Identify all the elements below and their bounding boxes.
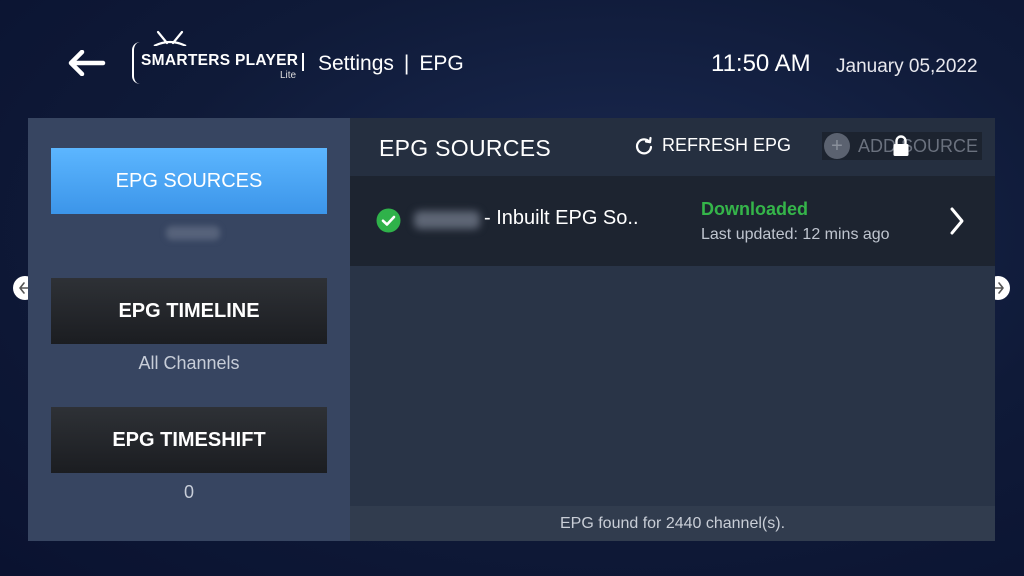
refresh-epg-button[interactable]: REFRESH EPG	[634, 135, 791, 156]
sidebar-item-sub: 0	[183, 482, 194, 502]
source-name-redacted	[414, 211, 480, 229]
logo-text: SMARTERS PLAYER	[141, 52, 299, 69]
check-circle-icon	[376, 208, 401, 233]
breadcrumb-page: EPG	[419, 52, 464, 75]
content-area: EPG SOURCES REFRESH EPG + ADD SOURCE - I…	[350, 118, 995, 541]
sidebar-item-epg-timeshift[interactable]: EPG TIMESHIFT	[51, 407, 327, 473]
add-source-label: ADD SOURCE	[858, 135, 979, 156]
page-title: EPG SOURCES	[379, 135, 552, 161]
sidebar: EPG SOURCES EPG TIMELINE All Channels EP…	[28, 118, 350, 541]
refresh-epg-label: REFRESH EPG	[662, 135, 792, 155]
add-source-button[interactable]: + ADD SOURCE	[822, 132, 982, 160]
breadcrumb-section[interactable]: Settings	[318, 52, 394, 75]
breadcrumb-separator: |	[403, 52, 410, 75]
sidebar-item-epg-sources[interactable]: EPG SOURCES	[51, 148, 327, 214]
back-button[interactable]	[66, 46, 108, 80]
sidebar-item-sub-redacted	[166, 226, 220, 240]
epg-settings-panel: EPG SOURCES EPG TIMELINE All Channels EP…	[28, 118, 995, 541]
content-header: EPG SOURCES REFRESH EPG + ADD SOURCE	[350, 118, 995, 176]
sidebar-item-label: EPG TIMELINE	[118, 299, 260, 322]
sidebar-item-label: EPG SOURCES	[115, 169, 263, 192]
plus-icon: +	[824, 133, 850, 159]
logo-subtitle: Lite	[280, 70, 297, 81]
sidebar-item-epg-timeline[interactable]: EPG TIMELINE	[51, 278, 327, 344]
source-name: - Inbuilt EPG So..	[484, 207, 639, 229]
lock-icon	[893, 135, 909, 156]
sidebar-item-sub: All Channels	[138, 353, 240, 373]
logo-divider	[302, 53, 304, 71]
chevron-right-icon	[950, 207, 964, 235]
clock-time: 11:50 AM	[711, 50, 811, 77]
last-updated-text: Last updated: 12 mins ago	[701, 226, 890, 243]
clock-date: January 05,2022	[836, 56, 978, 77]
refresh-icon	[635, 136, 653, 154]
app-logo: SMARTERS PLAYER Lite	[132, 30, 308, 86]
list-item[interactable]: - Inbuilt EPG So.. Downloaded Last updat…	[350, 176, 995, 266]
header: SMARTERS PLAYER Lite Settings | EPG 11:50 …	[0, 0, 1024, 118]
sidebar-item-label: EPG TIMESHIFT	[112, 428, 266, 451]
arrow-left-icon	[68, 50, 106, 76]
epg-count-footer: EPG found for 2440 channel(s).	[350, 506, 995, 541]
breadcrumb: Settings | EPG	[318, 52, 464, 76]
status-badge: Downloaded	[701, 199, 808, 219]
